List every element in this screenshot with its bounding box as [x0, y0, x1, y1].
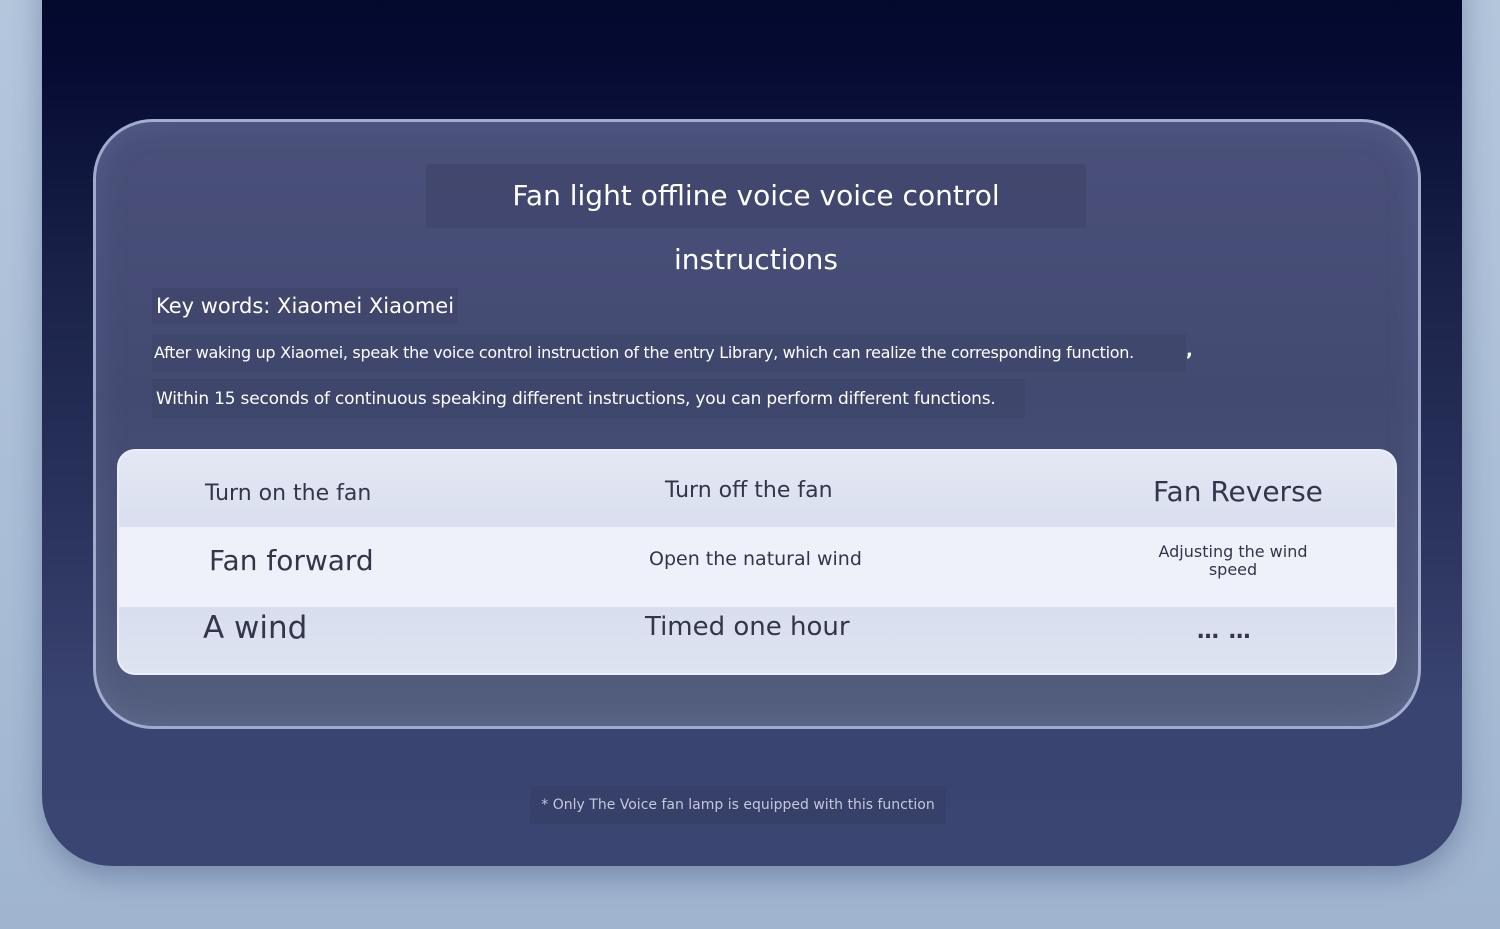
more-commands-ellipsis: … … — [1197, 619, 1252, 644]
command-turn-on-fan: Turn on the fan — [205, 481, 372, 506]
instruction-description-2: Within 15 seconds of continuous speaking… — [152, 379, 1025, 419]
footnote: * Only The Voice fan lamp is equipped wi… — [530, 786, 946, 824]
page-title: Fan light offline voice voice control in… — [426, 164, 1086, 276]
instruction-description-1-suffix: , — [1186, 340, 1193, 361]
command-fan-reverse: Fan Reverse — [1153, 475, 1323, 508]
command-natural-wind: Open the natural wind — [649, 548, 862, 570]
table-row: Fan forward Open the natural wind Adjust… — [119, 527, 1395, 607]
command-timed-one-hour: Timed one hour — [645, 612, 850, 642]
command-fan-forward: Fan forward — [209, 544, 374, 577]
table-row: Turn on the fan Turn off the fan Fan Rev… — [119, 451, 1395, 527]
voice-command-table: Turn on the fan Turn off the fan Fan Rev… — [117, 449, 1397, 675]
voice-instructions-card: Fan light offline voice voice control in… — [93, 119, 1421, 729]
instruction-description-1: After waking up Xiaomei, speak the voice… — [152, 334, 1186, 372]
command-a-wind: A wind — [203, 610, 308, 646]
command-turn-off-fan: Turn off the fan — [665, 478, 833, 503]
wake-keywords: Key words: Xiaomei Xiaomei — [152, 288, 459, 324]
command-adjust-wind-speed: Adjusting the wind speed — [1158, 542, 1308, 579]
table-row: A wind Timed one hour … … — [119, 607, 1395, 673]
